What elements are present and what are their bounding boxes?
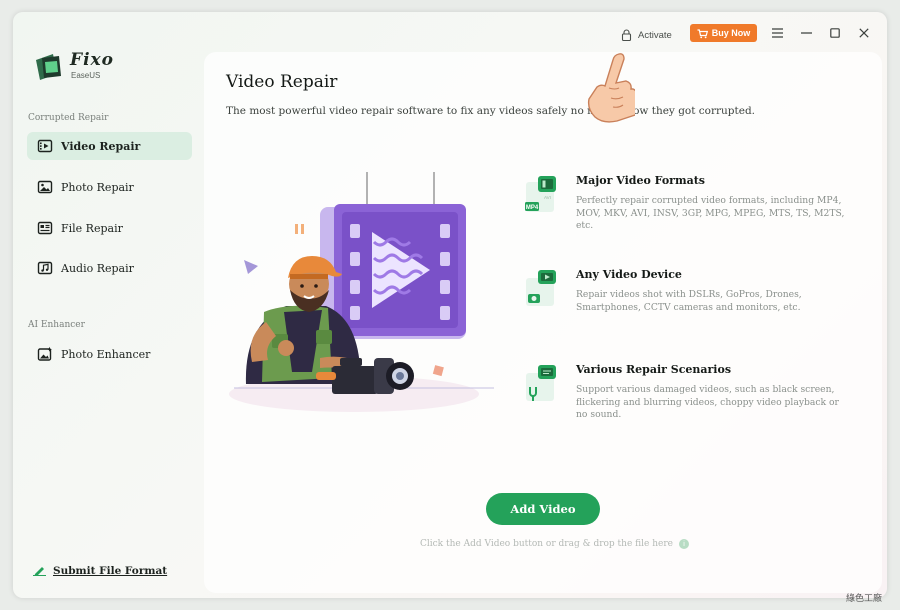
video-device-icon <box>526 270 556 306</box>
feature-description: Repair videos shot with DSLRs, GoPros, D… <box>576 289 802 313</box>
film-icon <box>37 138 53 154</box>
mp4-badge: MP4 <box>526 205 539 211</box>
submit-file-format-link[interactable]: Submit File Format <box>33 561 167 580</box>
sidebar-item-video-repair[interactable]: Video Repair <box>27 132 192 160</box>
add-video-label: Add Video <box>510 502 576 516</box>
buy-now-label: Buy Now <box>711 28 751 38</box>
lock-icon <box>621 26 632 45</box>
app-window: Fixo EaseUS Corrupted Repair Video Repai… <box>13 12 887 598</box>
add-video-button[interactable]: Add Video <box>486 493 600 525</box>
sparkle-image-icon <box>37 346 53 362</box>
drop-zone-hint: Click the Add Video button or drag & dro… <box>420 539 689 549</box>
minimize-icon[interactable] <box>798 25 814 41</box>
page-title: Video Repair <box>226 72 338 92</box>
sidebar-item-label: Video Repair <box>61 139 141 153</box>
logo-name: Fixo <box>70 50 115 70</box>
close-icon[interactable] <box>856 25 872 41</box>
pointing-hand-icon <box>587 53 635 123</box>
sidebar-item-audio-repair[interactable]: Audio Repair <box>27 254 192 282</box>
svg-text:AVI: AVI <box>544 195 551 200</box>
fixo-logo-icon <box>36 54 61 80</box>
drop-hint-text: Click the Add Video button or drag & dro… <box>420 539 673 549</box>
activate-button[interactable]: Activate <box>621 26 672 45</box>
repair-scenarios-icon <box>526 365 556 401</box>
video-formats-icon: MP4 AVI <box>525 176 556 212</box>
main-panel: Video Repair The most powerful video rep… <box>204 52 882 593</box>
sidebar-item-label: Photo Enhancer <box>61 347 151 361</box>
feature-title: Any Video Device <box>576 268 682 281</box>
image-icon <box>37 179 53 195</box>
feature-description: Support various damaged videos, such as … <box>576 384 839 420</box>
sidebar: Fixo EaseUS Corrupted Repair Video Repai… <box>13 12 203 598</box>
info-icon[interactable]: i <box>678 539 689 549</box>
menu-icon[interactable] <box>769 25 785 41</box>
sidebar-item-label: File Repair <box>61 221 123 235</box>
activate-label: Activate <box>638 30 672 41</box>
sidebar-item-photo-repair[interactable]: Photo Repair <box>27 173 192 201</box>
page-subtitle: The most powerful video repair software … <box>226 105 756 117</box>
document-icon <box>37 220 53 236</box>
feature-title: Various Repair Scenarios <box>576 363 732 376</box>
music-icon <box>37 260 53 276</box>
pencil-icon <box>33 561 47 580</box>
cart-icon <box>697 24 708 43</box>
feature-description: Perfectly repair corrupted video formats… <box>576 195 845 231</box>
section-label-corrupted: Corrupted Repair <box>28 113 109 123</box>
app-logo: Fixo EaseUS <box>33 50 143 86</box>
video-repair-illustration <box>229 172 494 412</box>
sidebar-item-photo-enhancer[interactable]: Photo Enhancer <box>27 340 192 368</box>
feature-title: Major Video Formats <box>576 174 706 187</box>
sidebar-item-label: Photo Repair <box>61 180 134 194</box>
sidebar-item-label: Audio Repair <box>61 261 134 275</box>
sidebar-item-file-repair[interactable]: File Repair <box>27 214 192 242</box>
buy-now-button[interactable]: Buy Now <box>690 24 757 42</box>
maximize-icon[interactable] <box>827 25 843 41</box>
logo-sub: EaseUS <box>71 71 101 80</box>
section-label-ai: AI Enhancer <box>28 320 85 330</box>
submit-file-format-label: Submit File Format <box>53 564 168 577</box>
watermark-text: 綠色工廠 <box>846 594 883 604</box>
